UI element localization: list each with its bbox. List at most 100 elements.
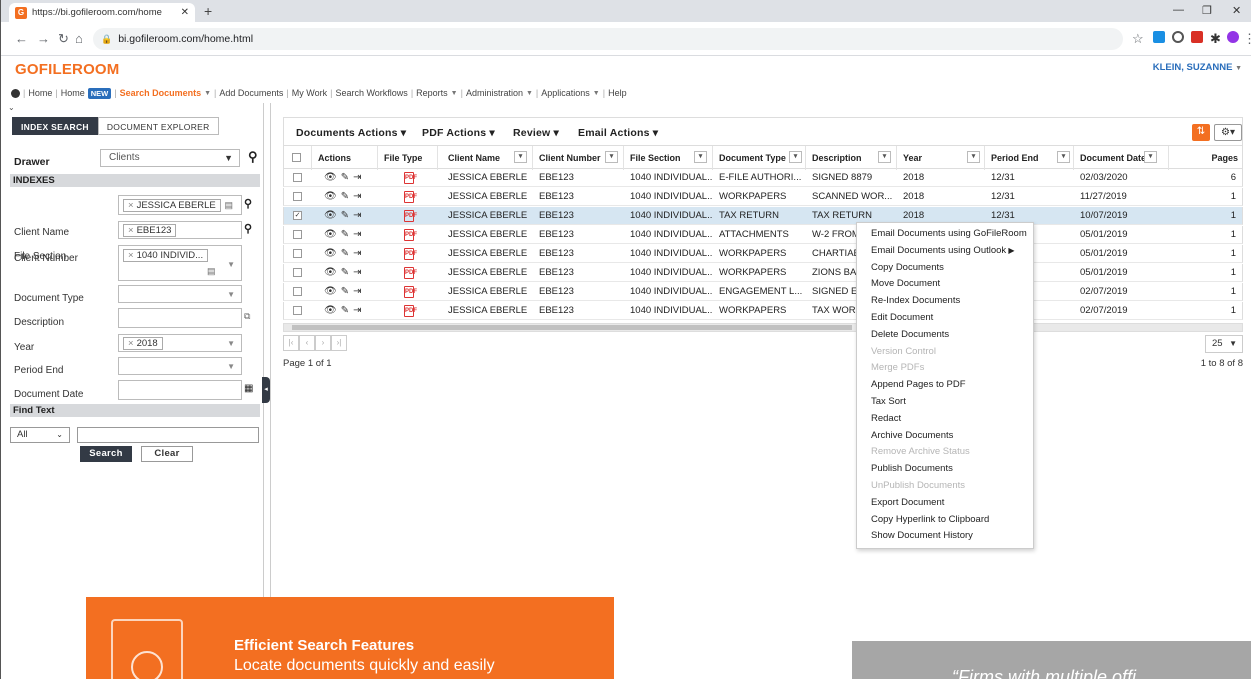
year-field[interactable]: × 2018 ▼ [118, 334, 242, 352]
context-menu-item[interactable]: Copy Hyperlink to Clipboard [871, 514, 989, 525]
context-menu-item[interactable]: Email Documents using GoFileRoom [871, 228, 1027, 239]
collapse-panel-handle[interactable]: ◂ [262, 377, 270, 403]
browser-tab[interactable]: G https://bi.gofileroom.com/home ✕ [9, 3, 195, 22]
extensions-puzzle-icon[interactable]: ✱ [1210, 31, 1221, 47]
column-description[interactable]: Description ▾ [806, 146, 897, 170]
search-icon[interactable]: ⚲ [244, 197, 252, 210]
per-page-select[interactable]: 25 ▼ [1205, 335, 1243, 353]
view-eye-icon[interactable]: 👁 [324, 286, 341, 297]
calendar-icon[interactable]: ▦ [244, 383, 253, 394]
menu-search-workflows[interactable]: Search Workflows [335, 88, 407, 98]
view-eye-icon[interactable]: 👁 [324, 210, 341, 221]
context-menu-item[interactable]: Redact [871, 413, 901, 424]
last-page-icon[interactable]: ›| [331, 335, 347, 351]
column-document-type[interactable]: Document Type ▾ [713, 146, 806, 170]
table-row[interactable]: 👁✎⇥ PDF JESSICA EBERLE EBE123 1040 INDIVIDUA… [283, 226, 1243, 244]
pdf-file-icon[interactable]: PDF [404, 191, 417, 203]
edit-icon[interactable]: ✎ [341, 210, 353, 221]
column-client-name[interactable]: Client Name ▾ [442, 146, 533, 170]
home-circle-icon[interactable] [11, 88, 20, 98]
menu-administration[interactable]: Administration [466, 88, 523, 98]
menu-add-documents[interactable]: Add Documents [219, 88, 283, 98]
column-period-end[interactable]: Period End ▾ [985, 146, 1074, 170]
context-menu-item[interactable]: Delete Documents [871, 329, 949, 340]
url-field[interactable]: 🔒 bi.gofileroom.com/home.html [93, 28, 1123, 50]
pdf-actions-menu[interactable]: PDF Actions ▾ [422, 127, 495, 139]
collapse-chevron-icon[interactable]: ⌄ [8, 103, 15, 112]
find-text-input[interactable] [77, 427, 259, 443]
list-icon[interactable]: ▤ [207, 266, 216, 277]
close-tab-icon[interactable]: ✕ [181, 7, 189, 18]
search-icon[interactable]: ⚲ [248, 149, 258, 165]
context-menu-item[interactable]: Email Documents using Outlook ▶ [871, 245, 1015, 256]
context-menu-item[interactable]: Publish Documents [871, 463, 953, 474]
bookmark-star-icon[interactable]: ☆ [1132, 31, 1144, 47]
pdf-file-icon[interactable]: PDF [404, 267, 417, 279]
home-icon[interactable]: ⌂ [75, 31, 83, 46]
copy-icon[interactable]: ⧉ [244, 311, 250, 322]
context-menu-item[interactable]: Show Document History [871, 530, 973, 541]
menu-home-new[interactable]: Home [61, 88, 85, 98]
scrollbar-thumb[interactable] [292, 325, 852, 330]
view-eye-icon[interactable]: 👁 [324, 229, 341, 240]
extension-red-icon[interactable] [1191, 31, 1203, 43]
restore-icon[interactable]: ❐ [1202, 4, 1212, 17]
pdf-file-icon[interactable]: PDF [404, 229, 417, 241]
email-actions-menu[interactable]: Email Actions ▾ [578, 127, 658, 139]
browser-menu-icon[interactable]: ⋮ [1243, 31, 1251, 47]
column-file-section[interactable]: File Section ▾ [624, 146, 713, 170]
documents-actions-menu[interactable]: Documents Actions ▾ [296, 127, 406, 139]
clear-button[interactable]: Clear [141, 446, 193, 462]
context-menu-item[interactable]: Re-Index Documents [871, 295, 960, 306]
review-menu[interactable]: Review ▾ [513, 127, 559, 139]
search-button[interactable]: Search [80, 446, 132, 462]
search-icon[interactable]: ⚲ [244, 222, 252, 235]
minimize-icon[interactable]: — [1173, 4, 1184, 16]
menu-my-work[interactable]: My Work [292, 88, 327, 98]
export-icon[interactable]: ⇥ [353, 210, 365, 221]
edit-icon[interactable]: ✎ [341, 286, 353, 297]
extension-icon[interactable] [1153, 31, 1165, 43]
row-checkbox[interactable] [293, 287, 302, 296]
context-menu-item[interactable]: Tax Sort [871, 396, 906, 407]
pdf-file-icon[interactable]: PDF [404, 286, 417, 298]
client-number-field[interactable]: × EBE123 [118, 221, 242, 239]
next-page-icon[interactable]: › [315, 335, 331, 351]
edit-icon[interactable]: ✎ [341, 248, 353, 259]
reload-icon[interactable]: ↻ [58, 31, 69, 47]
list-icon[interactable]: ▤ [224, 200, 233, 211]
horizontal-scrollbar[interactable] [283, 323, 1243, 332]
edit-icon[interactable]: ✎ [341, 191, 353, 202]
find-scope-select[interactable]: All ⌄ [10, 427, 70, 443]
edit-icon[interactable]: ✎ [341, 172, 353, 183]
context-menu-item[interactable]: Append Pages to PDF [871, 379, 966, 390]
user-menu[interactable]: KLEIN, SUZANNE ▼ [1153, 62, 1242, 73]
back-icon[interactable]: ← [15, 31, 28, 46]
export-icon[interactable]: ⇥ [353, 305, 365, 316]
pdf-file-icon[interactable]: PDF [404, 210, 417, 222]
context-menu-item[interactable]: Move Document [871, 278, 940, 289]
row-checkbox[interactable] [293, 268, 302, 277]
extension-circle-icon[interactable] [1172, 31, 1184, 43]
document-type-select[interactable]: ▼ [118, 285, 242, 303]
export-icon[interactable]: ⇥ [353, 229, 365, 240]
table-row[interactable]: ✓ 👁✎⇥ PDF JESSICA EBERLE EBE123 1040 INDIVIDU… [283, 207, 1243, 225]
row-checkbox[interactable] [293, 306, 302, 315]
menu-help[interactable]: Help [608, 88, 627, 98]
menu-reports[interactable]: Reports [416, 88, 448, 98]
export-icon[interactable]: ⇥ [353, 248, 365, 259]
context-menu-item[interactable]: Edit Document [871, 312, 933, 323]
context-menu-item[interactable]: Archive Documents [871, 430, 953, 441]
view-eye-icon[interactable]: 👁 [324, 248, 341, 259]
tab-document-explorer[interactable]: DOCUMENT EXPLORER [97, 117, 219, 135]
row-checkbox[interactable] [293, 192, 302, 201]
column-file-type[interactable]: File Type [378, 146, 438, 170]
edit-icon[interactable]: ✎ [341, 229, 353, 240]
export-icon[interactable]: ⇥ [353, 267, 365, 278]
pdf-file-icon[interactable]: PDF [404, 172, 417, 184]
table-row[interactable]: 👁✎⇥ PDF JESSICA EBERLE EBE123 1040 INDIVIDUA… [283, 283, 1243, 301]
file-section-chip[interactable]: × 1040 INDIVID... [123, 249, 209, 262]
table-row[interactable]: 👁✎⇥ PDF JESSICA EBERLE EBE123 1040 INDIVIDUA… [283, 188, 1243, 206]
row-checkbox[interactable] [293, 173, 302, 182]
description-field[interactable] [118, 308, 242, 328]
